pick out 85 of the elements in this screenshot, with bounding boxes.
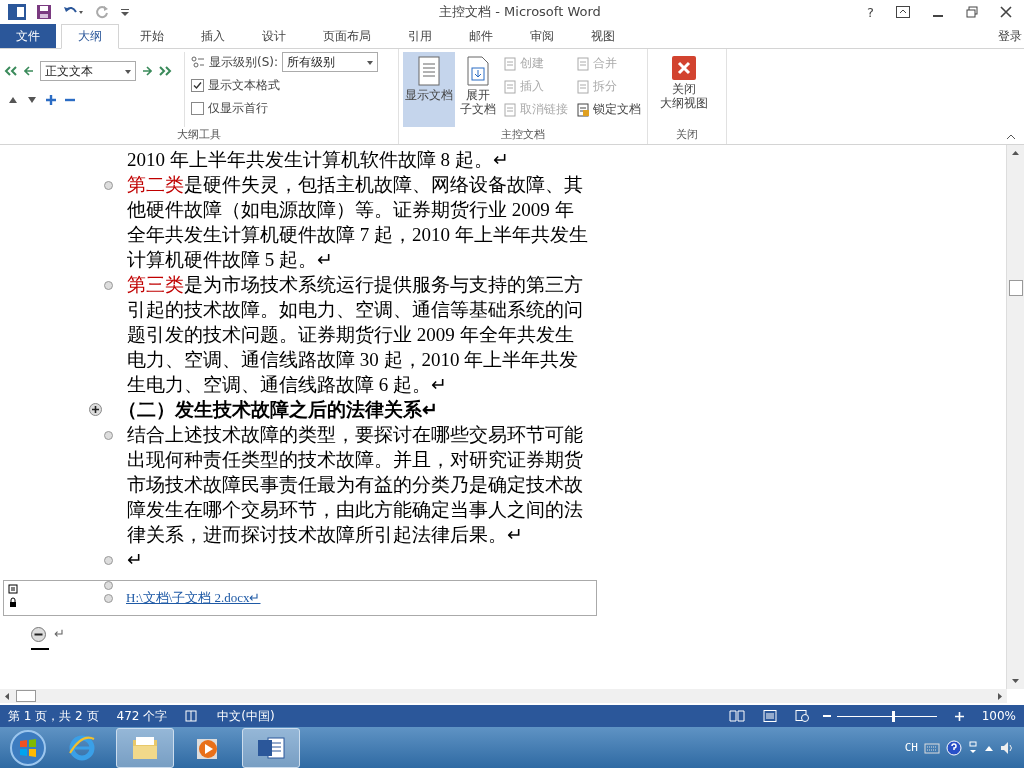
- outline-level-dropdown[interactable]: 正文文本: [40, 61, 136, 81]
- ribbon-tab[interactable]: 视图: [575, 24, 631, 48]
- document-icon: [576, 102, 590, 117]
- ribbon-display-icon[interactable]: [896, 6, 910, 18]
- ribbon-tab[interactable]: 页面布局: [307, 24, 387, 48]
- ribbon-button[interactable]: 展开 子文档: [457, 52, 499, 127]
- show-level-icon: [191, 56, 205, 68]
- end-of-document-mark: [31, 648, 49, 650]
- scroll-up-icon[interactable]: [1011, 150, 1020, 156]
- close-outline-view-button[interactable]: 关闭 大纲视图: [652, 52, 716, 127]
- scroll-left-icon[interactable]: [4, 691, 10, 701]
- outline-heading: （二）发生技术故障之后的法律关系↵: [118, 398, 438, 422]
- ribbon-checkbox[interactable]: 显示文本格式: [191, 75, 379, 95]
- ribbon-tab[interactable]: 引用: [392, 24, 448, 48]
- options-icon[interactable]: [968, 740, 978, 755]
- promote-icon[interactable]: [24, 66, 34, 76]
- document-icon: [503, 102, 517, 117]
- window-title: 主控文档 - Microsoft Word: [438, 3, 602, 21]
- restore-icon[interactable]: [966, 6, 978, 18]
- scroll-down-icon[interactable]: [1011, 678, 1020, 684]
- ribbon-tab[interactable]: 插入: [185, 24, 241, 48]
- move-up-icon[interactable]: [8, 96, 18, 104]
- document-icon: [576, 79, 590, 94]
- read-mode-icon[interactable]: [728, 710, 745, 722]
- document-icon: [503, 56, 517, 71]
- page-count[interactable]: 第 1 页，共 2 页: [8, 707, 99, 725]
- outline-paragraph: 第三类是为市场技术系统运行提供服务与支持的第三方引起的技术故障。如电力、空调、通信等基础系统的问题引发的技术问题。证券期货行业 2009 年全年共发生电力、空调、通信线路故障 30 起，2010 年上半年共发生电力、空调、通信线路故障 6 起。↵: [127, 273, 584, 397]
- proofing-icon[interactable]: [185, 710, 200, 722]
- start-button[interactable]: [8, 727, 48, 768]
- show-level-label: 显示级别(S):: [209, 53, 279, 71]
- print-layout-icon[interactable]: [762, 710, 777, 722]
- paragraph-mark: ↵: [54, 626, 65, 642]
- promote-to-heading-icon[interactable]: [4, 66, 18, 76]
- save-icon[interactable]: [36, 4, 52, 20]
- collapse-ribbon-icon[interactable]: [1006, 134, 1016, 140]
- close-icon[interactable]: [1000, 6, 1012, 18]
- scroll-thumb[interactable]: [16, 690, 36, 702]
- word-count[interactable]: 472 个字: [116, 707, 168, 725]
- document-download-icon: [465, 56, 491, 86]
- help-icon[interactable]: [946, 739, 962, 756]
- zoom-percent[interactable]: 100%: [981, 709, 1016, 723]
- checkmark-icon: [192, 79, 203, 91]
- ribbon-tab[interactable]: 大纲: [61, 24, 119, 49]
- demote-icon[interactable]: [142, 66, 152, 76]
- outline-paragraph: ↵: [127, 548, 144, 572]
- sign-in-link[interactable]: 登录: [998, 24, 1024, 48]
- outline-paragraph: 结合上述技术故障的类型，要探讨在哪些交易环节可能出现何种责任类型的技术故障。并且，对研究证券期货市场技术故障民事责任最为有益的分类乃是确定技术故障发生在哪个交易环节，由此方能确定当事人之间的法律关系，进而探讨技术故障所引起法律后果。↵: [127, 423, 584, 547]
- input-language-indicator[interactable]: CH: [904, 741, 918, 754]
- zoom-in-icon[interactable]: [954, 711, 964, 721]
- subdocument-link[interactable]: H:\文档\子文档 2.docx↵: [126, 589, 261, 607]
- ribbon-tab[interactable]: 审阅: [514, 24, 570, 48]
- document-icon: [576, 56, 590, 71]
- group-label: 关闭: [675, 127, 699, 143]
- subdocument-icon[interactable]: [8, 584, 18, 594]
- outline-paragraph: 第二类是硬件失灵，包括主机故障、网络设备故障、其他硬件故障（如电源故障）等。证券期货行业 2009 年全年共发生计算机硬件故障 7 起，2010 年上半年共发生计算机硬件故障 5 起。↵: [127, 173, 589, 272]
- move-down-icon[interactable]: [27, 96, 37, 104]
- expand-heading-icon[interactable]: [89, 403, 102, 416]
- scroll-thumb[interactable]: [1008, 280, 1023, 296]
- ribbon-checkbox[interactable]: 仅显示首行: [191, 98, 379, 118]
- ribbon-tab[interactable]: 设计: [246, 24, 302, 48]
- taskbar-app[interactable]: [242, 727, 300, 768]
- demote-to-body-icon[interactable]: [158, 66, 172, 76]
- group-label: 主控文档: [500, 127, 546, 143]
- scroll-right-icon[interactable]: [997, 691, 1003, 701]
- ribbon-button[interactable]: 锁定文档: [574, 98, 643, 121]
- horizontal-scrollbar[interactable]: [0, 689, 1007, 703]
- zoom-slider[interactable]: [891, 710, 895, 722]
- taskbar-app[interactable]: [116, 727, 174, 768]
- ribbon-tab[interactable]: 开始: [124, 24, 180, 48]
- document-icon: [416, 56, 442, 86]
- close-icon: [672, 56, 696, 80]
- help-button[interactable]: ?: [867, 4, 874, 20]
- expand-icon[interactable]: [46, 95, 56, 105]
- language-indicator[interactable]: 中文(中国): [217, 707, 275, 725]
- web-layout-icon[interactable]: [794, 710, 809, 722]
- show-level-dropdown[interactable]: 所有级别: [282, 52, 379, 72]
- ribbon-tab[interactable]: 邮件: [453, 24, 509, 48]
- group-label: 大纲工具: [176, 127, 222, 143]
- vertical-scrollbar[interactable]: [1006, 145, 1024, 689]
- collapse-heading-icon[interactable]: [31, 626, 46, 642]
- ribbon-button[interactable]: 显示文档: [403, 52, 455, 127]
- outline-paragraph: 2010 年上半年共发生计算机软件故障 8 起。↵: [127, 148, 510, 172]
- ribbon-tab[interactable]: 文件: [0, 24, 56, 48]
- word-logo-icon: [8, 4, 26, 20]
- document-icon: [503, 79, 517, 94]
